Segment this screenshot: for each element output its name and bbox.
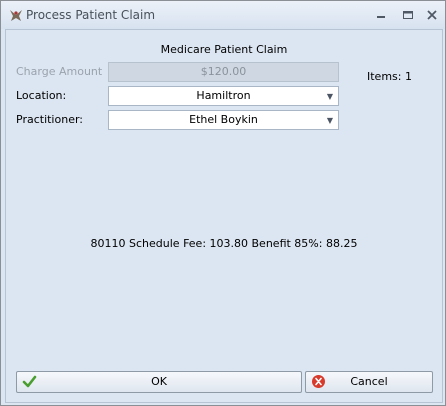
form-heading: Medicare Patient Claim bbox=[160, 43, 288, 56]
minimize-icon[interactable] bbox=[373, 8, 389, 22]
dialog-window: Process Patient Claim Medicare Patient C… bbox=[0, 0, 446, 406]
practitioner-value: Ethel Boykin bbox=[189, 113, 258, 126]
chevron-down-icon[interactable]: ▼ bbox=[327, 112, 333, 130]
charge-amount-value: $120.00 bbox=[200, 65, 247, 78]
cancel-button[interactable]: Cancel bbox=[305, 371, 433, 393]
charge-amount-label: Charge Amount bbox=[16, 65, 103, 78]
ok-button[interactable]: OK bbox=[16, 371, 302, 393]
close-icon[interactable] bbox=[424, 8, 440, 22]
ok-button-label: OK bbox=[151, 375, 167, 388]
dialog-body: Medicare Patient Claim Charge Amount $12… bbox=[5, 29, 443, 403]
cancel-button-label: Cancel bbox=[350, 375, 388, 388]
practitioner-dropdown[interactable]: Ethel Boykin ▼ bbox=[108, 110, 339, 130]
window-title: Process Patient Claim bbox=[26, 8, 156, 22]
location-label: Location: bbox=[16, 89, 67, 102]
location-dropdown[interactable]: Hamiltron ▼ bbox=[108, 86, 339, 106]
bird-icon bbox=[10, 10, 22, 21]
maximize-icon[interactable] bbox=[400, 8, 416, 22]
chevron-down-icon[interactable]: ▼ bbox=[327, 88, 333, 106]
claim-summary: 80110 Schedule Fee: 103.80 Benefit 85%: … bbox=[90, 237, 358, 250]
charge-amount-field: $120.00 bbox=[108, 62, 339, 82]
practitioner-label: Practitioner: bbox=[16, 113, 83, 126]
items-count: Items: 1 bbox=[367, 70, 412, 83]
title-bar[interactable]: Process Patient Claim bbox=[1, 1, 445, 29]
location-value: Hamiltron bbox=[196, 89, 251, 102]
